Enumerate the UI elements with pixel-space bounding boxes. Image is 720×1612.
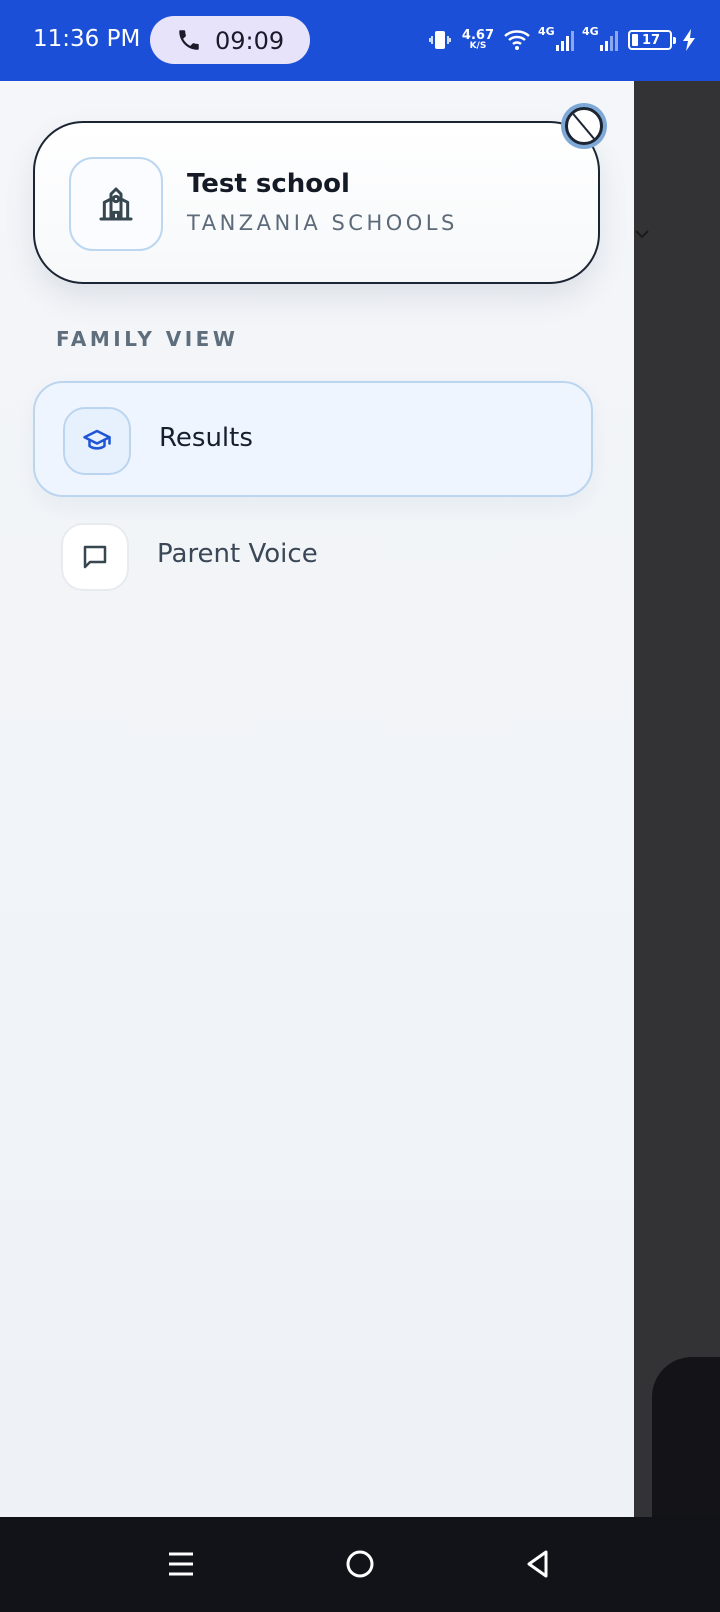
screen: 11:36 PM 09:09 4.67 K/S 4G 4G 17 Test sc… bbox=[0, 0, 720, 1612]
graduation-cap-icon bbox=[83, 429, 111, 450]
message-square-icon bbox=[83, 545, 107, 569]
net-speed-unit: K/S bbox=[469, 41, 487, 51]
home-button[interactable] bbox=[338, 1542, 382, 1586]
nav-icon-box bbox=[61, 523, 129, 591]
nav-item-parent-voice[interactable]: Parent Voice bbox=[33, 499, 593, 615]
home-icon bbox=[346, 1550, 374, 1578]
system-navigation-bar bbox=[0, 1517, 720, 1612]
background-app-panel bbox=[652, 1357, 720, 1517]
school-building-icon bbox=[99, 187, 133, 221]
school-icon-box bbox=[69, 157, 163, 251]
signal-icon: 4G bbox=[582, 25, 618, 51]
battery-icon: 17 bbox=[628, 30, 676, 50]
network-speed: 4.67 K/S bbox=[462, 29, 494, 51]
call-timer: 09:09 bbox=[215, 27, 285, 55]
nav-item-label: Parent Voice bbox=[157, 539, 318, 569]
section-label: FAMILY VIEW bbox=[56, 327, 239, 351]
nav-icon-box bbox=[63, 407, 131, 475]
nav-item-label: Results bbox=[159, 423, 253, 453]
vibrate-icon bbox=[429, 31, 451, 49]
status-icons: 4.67 K/S 4G 4G 17 bbox=[428, 24, 696, 56]
school-name: Test school bbox=[187, 169, 350, 199]
charging-icon bbox=[683, 29, 695, 51]
battery-level: 17 bbox=[642, 32, 661, 48]
phone-icon bbox=[179, 30, 199, 50]
recent-apps-icon bbox=[169, 1552, 193, 1576]
back-button[interactable] bbox=[516, 1542, 560, 1586]
nav-item-results[interactable]: Results bbox=[33, 381, 593, 497]
recent-apps-button[interactable] bbox=[159, 1542, 203, 1586]
signal-1-label: 4G bbox=[538, 25, 555, 38]
wifi-icon bbox=[504, 30, 530, 50]
navigation-drawer: Test school TANZANIA SCHOOLS FAMILY VIEW… bbox=[0, 81, 634, 1517]
ongoing-call-chip[interactable]: 09:09 bbox=[150, 16, 310, 64]
close-icon bbox=[565, 107, 603, 145]
back-icon bbox=[527, 1550, 548, 1578]
school-organization: TANZANIA SCHOOLS bbox=[187, 211, 458, 235]
signal-2-label: 4G bbox=[582, 25, 599, 38]
signal-icon: 4G bbox=[538, 25, 574, 51]
school-card[interactable]: Test school TANZANIA SCHOOLS bbox=[33, 121, 600, 284]
status-time: 11:36 PM bbox=[33, 26, 141, 52]
chevron-down-icon bbox=[635, 230, 649, 239]
background-app-scrim[interactable] bbox=[634, 81, 720, 1517]
status-bar: 11:36 PM 09:09 4.67 K/S 4G 4G 17 bbox=[0, 0, 720, 81]
close-drawer-button[interactable] bbox=[561, 103, 607, 149]
